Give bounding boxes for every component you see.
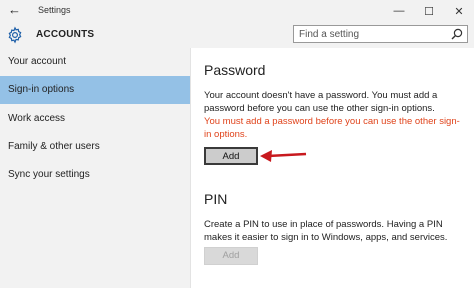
search-icon[interactable] xyxy=(451,28,463,40)
sidebar-item-sync-settings[interactable]: Sync your settings xyxy=(0,161,190,189)
password-description: Your account doesn't have a password. Yo… xyxy=(204,90,438,114)
pin-heading: PIN xyxy=(204,191,228,207)
back-arrow-icon[interactable]: ← xyxy=(8,2,21,17)
maximize-icon[interactable]: ☐ xyxy=(414,0,444,22)
sidebar-item-work-access[interactable]: Work access xyxy=(0,105,190,133)
sidebar-item-sign-in-options[interactable]: Sign-in options xyxy=(0,76,190,104)
close-icon[interactable]: ✕ xyxy=(444,0,474,22)
window-title: Settings xyxy=(38,5,71,15)
pin-description: Create a PIN to use in place of password… xyxy=(204,219,448,243)
minimize-icon[interactable]: — xyxy=(384,0,414,22)
search-input[interactable] xyxy=(294,26,449,42)
sidebar: Your account Sign-in options Work access… xyxy=(0,48,191,288)
search-box[interactable] xyxy=(293,25,468,43)
password-warning: You must add a password before you can u… xyxy=(204,116,460,140)
arrow-icon xyxy=(260,150,307,162)
password-heading: Password xyxy=(204,62,266,78)
sidebar-item-family-other-users[interactable]: Family & other users xyxy=(0,133,190,161)
add-pin-button[interactable]: Add xyxy=(204,247,258,265)
sidebar-item-your-account[interactable]: Your account xyxy=(0,48,190,76)
window-controls: — ☐ ✕ xyxy=(384,0,474,22)
page-title: ACCOUNTS xyxy=(36,29,95,40)
title-bar: ← Settings — ☐ ✕ xyxy=(0,0,474,23)
add-password-button[interactable]: Add xyxy=(204,147,258,165)
gear-icon xyxy=(8,26,22,44)
